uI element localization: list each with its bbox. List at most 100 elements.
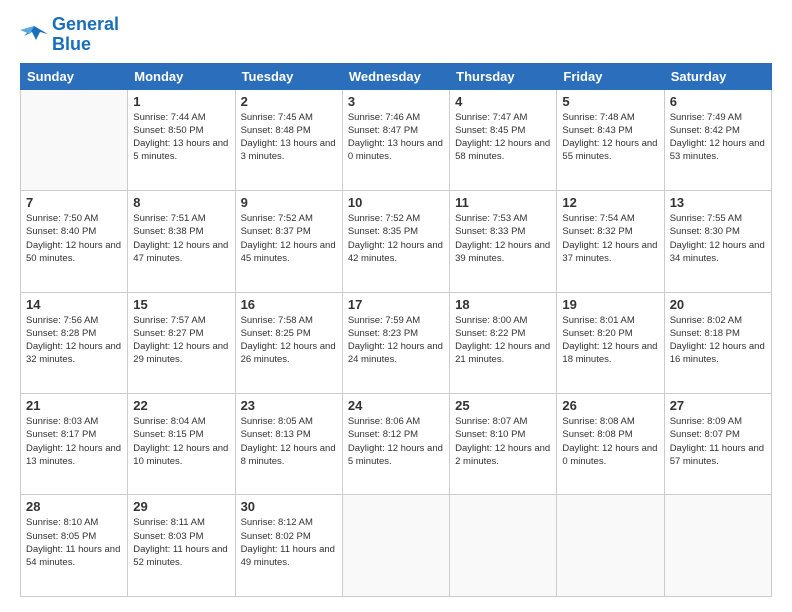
- weekday-header-monday: Monday: [128, 63, 235, 89]
- day-number: 17: [348, 297, 444, 312]
- day-info: Sunrise: 7:52 AM Sunset: 8:35 PM Dayligh…: [348, 212, 444, 265]
- calendar-cell: 30 Sunrise: 8:12 AM Sunset: 8:02 PM Dayl…: [235, 495, 342, 597]
- day-info: Sunrise: 7:44 AM Sunset: 8:50 PM Dayligh…: [133, 111, 229, 164]
- day-number: 20: [670, 297, 766, 312]
- day-number: 10: [348, 195, 444, 210]
- day-info: Sunrise: 7:56 AM Sunset: 8:28 PM Dayligh…: [26, 314, 122, 367]
- day-number: 30: [241, 499, 337, 514]
- weekday-header-tuesday: Tuesday: [235, 63, 342, 89]
- day-number: 1: [133, 94, 229, 109]
- calendar-cell: 5 Sunrise: 7:48 AM Sunset: 8:43 PM Dayli…: [557, 89, 664, 190]
- day-info: Sunrise: 7:52 AM Sunset: 8:37 PM Dayligh…: [241, 212, 337, 265]
- calendar-cell: 23 Sunrise: 8:05 AM Sunset: 8:13 PM Dayl…: [235, 394, 342, 495]
- page: General Blue SundayMondayTuesdayWednesda…: [0, 0, 792, 612]
- day-number: 27: [670, 398, 766, 413]
- day-number: 6: [670, 94, 766, 109]
- day-number: 26: [562, 398, 658, 413]
- day-info: Sunrise: 8:09 AM Sunset: 8:07 PM Dayligh…: [670, 415, 766, 468]
- day-info: Sunrise: 8:11 AM Sunset: 8:03 PM Dayligh…: [133, 516, 229, 569]
- calendar-cell: 16 Sunrise: 7:58 AM Sunset: 8:25 PM Dayl…: [235, 292, 342, 393]
- day-info: Sunrise: 8:05 AM Sunset: 8:13 PM Dayligh…: [241, 415, 337, 468]
- calendar-week-row: 14 Sunrise: 7:56 AM Sunset: 8:28 PM Dayl…: [21, 292, 772, 393]
- weekday-header-row: SundayMondayTuesdayWednesdayThursdayFrid…: [21, 63, 772, 89]
- calendar-cell: 10 Sunrise: 7:52 AM Sunset: 8:35 PM Dayl…: [342, 191, 449, 292]
- calendar-cell: 12 Sunrise: 7:54 AM Sunset: 8:32 PM Dayl…: [557, 191, 664, 292]
- day-number: 22: [133, 398, 229, 413]
- day-number: 2: [241, 94, 337, 109]
- weekday-header-wednesday: Wednesday: [342, 63, 449, 89]
- weekday-header-thursday: Thursday: [450, 63, 557, 89]
- day-info: Sunrise: 7:58 AM Sunset: 8:25 PM Dayligh…: [241, 314, 337, 367]
- day-info: Sunrise: 7:47 AM Sunset: 8:45 PM Dayligh…: [455, 111, 551, 164]
- header: General Blue: [20, 15, 772, 55]
- day-info: Sunrise: 7:48 AM Sunset: 8:43 PM Dayligh…: [562, 111, 658, 164]
- day-info: Sunrise: 8:01 AM Sunset: 8:20 PM Dayligh…: [562, 314, 658, 367]
- day-number: 23: [241, 398, 337, 413]
- day-number: 16: [241, 297, 337, 312]
- calendar-cell: 4 Sunrise: 7:47 AM Sunset: 8:45 PM Dayli…: [450, 89, 557, 190]
- calendar-week-row: 7 Sunrise: 7:50 AM Sunset: 8:40 PM Dayli…: [21, 191, 772, 292]
- day-info: Sunrise: 8:04 AM Sunset: 8:15 PM Dayligh…: [133, 415, 229, 468]
- calendar-cell: 6 Sunrise: 7:49 AM Sunset: 8:42 PM Dayli…: [664, 89, 771, 190]
- day-number: 29: [133, 499, 229, 514]
- calendar-cell: [21, 89, 128, 190]
- day-info: Sunrise: 7:46 AM Sunset: 8:47 PM Dayligh…: [348, 111, 444, 164]
- day-number: 5: [562, 94, 658, 109]
- day-number: 9: [241, 195, 337, 210]
- calendar-cell: 21 Sunrise: 8:03 AM Sunset: 8:17 PM Dayl…: [21, 394, 128, 495]
- day-info: Sunrise: 8:00 AM Sunset: 8:22 PM Dayligh…: [455, 314, 551, 367]
- calendar-cell: [342, 495, 449, 597]
- logo-icon: [20, 24, 48, 46]
- calendar-week-row: 21 Sunrise: 8:03 AM Sunset: 8:17 PM Dayl…: [21, 394, 772, 495]
- day-number: 15: [133, 297, 229, 312]
- day-number: 18: [455, 297, 551, 312]
- day-info: Sunrise: 8:03 AM Sunset: 8:17 PM Dayligh…: [26, 415, 122, 468]
- calendar-cell: 13 Sunrise: 7:55 AM Sunset: 8:30 PM Dayl…: [664, 191, 771, 292]
- day-info: Sunrise: 8:06 AM Sunset: 8:12 PM Dayligh…: [348, 415, 444, 468]
- logo: General Blue: [20, 15, 119, 55]
- weekday-header-friday: Friday: [557, 63, 664, 89]
- calendar-cell: 25 Sunrise: 8:07 AM Sunset: 8:10 PM Dayl…: [450, 394, 557, 495]
- calendar-cell: 20 Sunrise: 8:02 AM Sunset: 8:18 PM Dayl…: [664, 292, 771, 393]
- calendar-cell: 19 Sunrise: 8:01 AM Sunset: 8:20 PM Dayl…: [557, 292, 664, 393]
- calendar-table: SundayMondayTuesdayWednesdayThursdayFrid…: [20, 63, 772, 597]
- day-info: Sunrise: 8:07 AM Sunset: 8:10 PM Dayligh…: [455, 415, 551, 468]
- day-info: Sunrise: 8:10 AM Sunset: 8:05 PM Dayligh…: [26, 516, 122, 569]
- calendar-week-row: 28 Sunrise: 8:10 AM Sunset: 8:05 PM Dayl…: [21, 495, 772, 597]
- calendar-cell: 27 Sunrise: 8:09 AM Sunset: 8:07 PM Dayl…: [664, 394, 771, 495]
- calendar-cell: 14 Sunrise: 7:56 AM Sunset: 8:28 PM Dayl…: [21, 292, 128, 393]
- day-info: Sunrise: 7:55 AM Sunset: 8:30 PM Dayligh…: [670, 212, 766, 265]
- calendar-cell: 11 Sunrise: 7:53 AM Sunset: 8:33 PM Dayl…: [450, 191, 557, 292]
- calendar-cell: 9 Sunrise: 7:52 AM Sunset: 8:37 PM Dayli…: [235, 191, 342, 292]
- calendar-cell: 22 Sunrise: 8:04 AM Sunset: 8:15 PM Dayl…: [128, 394, 235, 495]
- weekday-header-sunday: Sunday: [21, 63, 128, 89]
- day-info: Sunrise: 8:12 AM Sunset: 8:02 PM Dayligh…: [241, 516, 337, 569]
- logo-text: General Blue: [52, 15, 119, 55]
- calendar-cell: 26 Sunrise: 8:08 AM Sunset: 8:08 PM Dayl…: [557, 394, 664, 495]
- day-number: 25: [455, 398, 551, 413]
- day-number: 14: [26, 297, 122, 312]
- day-info: Sunrise: 7:57 AM Sunset: 8:27 PM Dayligh…: [133, 314, 229, 367]
- day-number: 8: [133, 195, 229, 210]
- calendar-cell: [664, 495, 771, 597]
- calendar-cell: 8 Sunrise: 7:51 AM Sunset: 8:38 PM Dayli…: [128, 191, 235, 292]
- day-info: Sunrise: 8:08 AM Sunset: 8:08 PM Dayligh…: [562, 415, 658, 468]
- day-number: 11: [455, 195, 551, 210]
- day-number: 4: [455, 94, 551, 109]
- day-info: Sunrise: 7:54 AM Sunset: 8:32 PM Dayligh…: [562, 212, 658, 265]
- day-info: Sunrise: 8:02 AM Sunset: 8:18 PM Dayligh…: [670, 314, 766, 367]
- calendar-cell: [557, 495, 664, 597]
- day-number: 12: [562, 195, 658, 210]
- day-number: 24: [348, 398, 444, 413]
- day-info: Sunrise: 7:53 AM Sunset: 8:33 PM Dayligh…: [455, 212, 551, 265]
- day-info: Sunrise: 7:59 AM Sunset: 8:23 PM Dayligh…: [348, 314, 444, 367]
- calendar-cell: 24 Sunrise: 8:06 AM Sunset: 8:12 PM Dayl…: [342, 394, 449, 495]
- day-info: Sunrise: 7:49 AM Sunset: 8:42 PM Dayligh…: [670, 111, 766, 164]
- calendar-cell: 1 Sunrise: 7:44 AM Sunset: 8:50 PM Dayli…: [128, 89, 235, 190]
- day-number: 19: [562, 297, 658, 312]
- day-number: 13: [670, 195, 766, 210]
- calendar-cell: 7 Sunrise: 7:50 AM Sunset: 8:40 PM Dayli…: [21, 191, 128, 292]
- calendar-cell: 17 Sunrise: 7:59 AM Sunset: 8:23 PM Dayl…: [342, 292, 449, 393]
- calendar-cell: 18 Sunrise: 8:00 AM Sunset: 8:22 PM Dayl…: [450, 292, 557, 393]
- weekday-header-saturday: Saturday: [664, 63, 771, 89]
